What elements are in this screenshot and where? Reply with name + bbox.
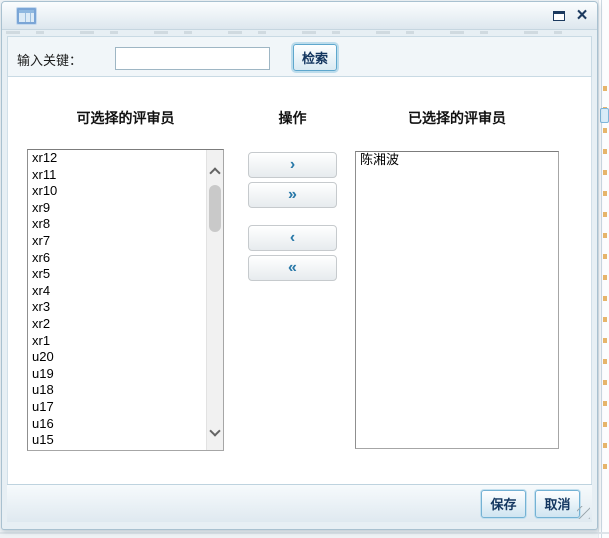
- list-item[interactable]: xr2: [28, 316, 206, 333]
- list-item[interactable]: xr4: [28, 283, 206, 300]
- search-label: 输入关键：: [17, 50, 82, 69]
- operations-title: 操作: [248, 108, 337, 128]
- move-all-right-button[interactable]: »: [248, 182, 337, 208]
- dialog-titlebar[interactable]: ×: [2, 2, 597, 30]
- list-item[interactable]: xr8: [28, 216, 206, 233]
- table-icon: [17, 8, 36, 24]
- available-reviewers-list[interactable]: xr12xr11xr10xr9xr8xr7xr6xr5xr4xr3xr2xr1u…: [27, 149, 224, 451]
- list-item[interactable]: u18: [28, 382, 206, 399]
- selected-reviewers-list[interactable]: 陈湘波: [355, 151, 559, 449]
- resize-grip[interactable]: [577, 506, 590, 519]
- list-item[interactable]: u19: [28, 366, 206, 383]
- available-list-scrollbar[interactable]: [206, 150, 223, 450]
- transfer-panel: 可选择的评审员 操作 已选择的评审员 xr12xr11xr10xr9xr8xr7…: [7, 77, 592, 484]
- move-right-button[interactable]: ›: [248, 152, 337, 178]
- scrollbar-thumb[interactable]: [209, 185, 221, 232]
- search-button[interactable]: 检索: [293, 44, 337, 71]
- list-item[interactable]: 陈湘波: [356, 152, 558, 169]
- scroll-up-icon[interactable]: [209, 167, 220, 178]
- selected-list-title: 已选择的评审员: [355, 108, 559, 128]
- maximize-button[interactable]: [550, 7, 568, 25]
- close-button[interactable]: ×: [573, 7, 591, 25]
- list-item[interactable]: u17: [28, 399, 206, 416]
- background-widget-fragment: [600, 108, 609, 123]
- page-bottom-edge: [0, 532, 609, 534]
- list-item[interactable]: xr5: [28, 266, 206, 283]
- move-left-button[interactable]: ‹: [248, 225, 337, 251]
- scroll-down-icon[interactable]: [209, 425, 220, 436]
- search-bar: 输入关键： 检索: [7, 36, 592, 77]
- reviewer-selection-dialog: × 输入关键： 检索 可选择的评审员 操作 已选择的评审员 xr12xr11xr…: [1, 1, 598, 530]
- background-content-marks: [603, 86, 607, 480]
- titlebar-shadow-dashes: [6, 31, 583, 34]
- dialog-footer: 保存 取消: [7, 484, 592, 522]
- background-page-strip: [598, 0, 609, 538]
- cancel-button[interactable]: 取消: [535, 490, 580, 518]
- list-item[interactable]: xr6: [28, 250, 206, 267]
- list-item[interactable]: u20: [28, 349, 206, 366]
- background-divider: [601, 0, 602, 538]
- list-item[interactable]: xr12: [28, 150, 206, 167]
- list-item[interactable]: xr7: [28, 233, 206, 250]
- save-button[interactable]: 保存: [481, 490, 526, 518]
- list-item[interactable]: u15: [28, 432, 206, 449]
- list-item[interactable]: xr1: [28, 333, 206, 350]
- list-item[interactable]: xr11: [28, 167, 206, 184]
- maximize-icon: [553, 11, 565, 21]
- list-item[interactable]: xr10: [28, 183, 206, 200]
- list-item[interactable]: xr3: [28, 299, 206, 316]
- list-item[interactable]: u16: [28, 416, 206, 433]
- search-input[interactable]: [115, 47, 270, 70]
- move-all-left-button[interactable]: «: [248, 255, 337, 281]
- list-item[interactable]: xr9: [28, 200, 206, 217]
- available-list-title: 可选择的评审员: [27, 108, 224, 128]
